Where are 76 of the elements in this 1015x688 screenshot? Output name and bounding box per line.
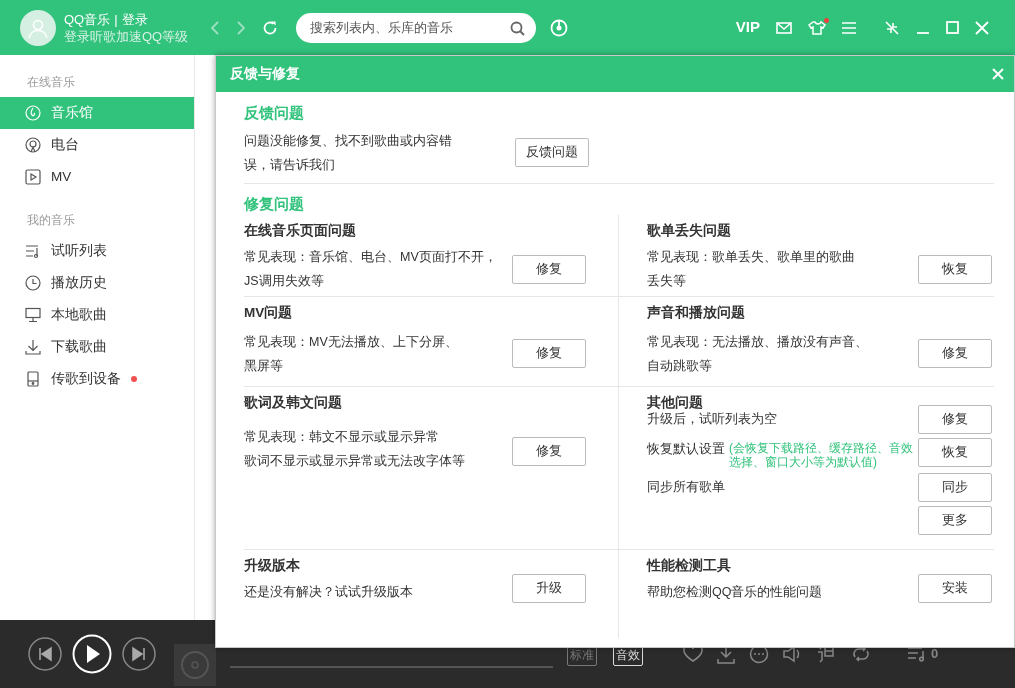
repair-button[interactable]: 升级 [512,574,586,604]
clock-icon [25,275,41,291]
dialog-title: 反馈与修复 [230,64,300,83]
problem-description: 常见表现：音乐馆、电台、MV页面打不开， JS调用失效等 [244,249,498,291]
problem-title: 在线音乐页面问题 [244,222,357,240]
feedback-description: 问题没能修复、找不到歌曲或内容错 误，请告诉我们 [244,132,453,174]
problem-title: 升级版本 [244,557,301,575]
login-hint: 登录听歌加速QQ等级 [64,27,189,45]
problem-description: 常见表现：无法播放、播放没有声音、 自动跳歌等 [647,333,869,375]
repair-button[interactable]: 修复 [512,254,586,284]
sidebar-heading: 我的音乐 [26,212,76,229]
problem-title: 歌单丢失问题 [647,222,732,240]
mail-icon[interactable] [776,21,792,34]
repair-button[interactable]: 修复 [918,339,992,369]
play-icon[interactable] [72,634,112,674]
menu-icon[interactable] [842,21,856,34]
problem-title: 性能检测工具 [647,557,732,575]
problem-description: 常见表现：歌单丢失、歌单里的歌曲 丢失等 [647,249,856,291]
problem-title: 其他问题 [647,394,704,412]
close-icon[interactable] [992,68,1004,80]
play-icon [25,169,41,185]
search-field[interactable]: 搜索列表内、乐库的音乐 [296,12,537,43]
avatar[interactable] [20,9,56,46]
problem-description: 常见表现：MV无法播放、上下分屏、 黑屏等 [244,333,459,375]
monitor-icon [25,307,41,323]
next-icon[interactable] [122,637,156,671]
sidebar-item[interactable]: 试听列表 [0,235,194,267]
app-name: QQ音乐 [64,10,111,28]
option-label: 同步所有歌单 [647,479,725,496]
section-heading: 反馈问题 [244,103,305,123]
queue-icon[interactable] [907,645,927,663]
section-heading: 修复问题 [244,193,305,214]
close-icon[interactable] [975,20,989,35]
option-button[interactable]: 同步 [918,473,992,503]
sidebar-item[interactable]: 下载歌曲 [0,331,194,363]
forward-icon[interactable] [236,19,247,36]
droplet-icon [25,105,41,121]
repeat-icon[interactable] [851,645,871,663]
problem-description: 帮助您检测QQ音乐的性能问题 [647,584,824,602]
problem-description: 常见表现：韩文不显示或显示异常 歌词不显示或显示异常或无法改字体等 [244,429,466,471]
sidebar-item[interactable]: 播放历史 [0,267,194,299]
sidebar-item[interactable]: MV [0,161,194,193]
search-icon[interactable] [510,20,526,36]
problem-description: 还是没有解决？试试升级版本 [244,584,414,602]
repair-button[interactable]: 修复 [512,339,586,369]
problem-title: 歌词及韩文问题 [244,394,343,412]
shirt-icon[interactable] [808,19,826,36]
repair-button[interactable]: 恢复 [918,254,992,284]
album-cover [174,644,216,686]
device-icon [25,371,41,387]
vinyl-icon[interactable] [550,18,569,37]
problem-title: MV问题 [244,304,294,322]
separator: | [114,10,118,28]
back-icon[interactable] [210,19,221,36]
maximize-icon[interactable] [946,21,959,34]
radio-icon [25,137,41,153]
option-button[interactable]: 修复 [918,405,992,435]
queue-count: 0 [931,645,939,664]
feedback-button[interactable]: 反馈问题 [515,138,589,167]
option-button[interactable]: 恢复 [918,438,992,468]
sidebar-heading: 在线音乐 [26,74,76,91]
problem-title: 声音和播放问题 [647,304,746,322]
repair-button[interactable]: 修复 [512,437,586,467]
option-button[interactable]: 更多 [918,506,992,536]
playlist-icon [25,243,41,259]
sidebar-item[interactable]: 本地歌曲 [0,299,194,331]
download-icon [25,339,41,355]
option-label: 升级后，试听列表为空 [647,411,777,428]
repair-button[interactable]: 安装 [918,574,992,604]
sidebar-item[interactable]: 传歌到设备 [0,363,194,395]
refresh-icon[interactable] [262,19,279,36]
option-label: 恢复默认设置 [647,441,725,458]
mini-mode-icon[interactable] [884,19,900,36]
previous-icon[interactable] [28,637,62,671]
option-note: (会恢复下载路径、缓存路径、音效选择、窗口大小等为默认值) [729,441,914,470]
sidebar-item[interactable]: 电台 [0,129,194,161]
